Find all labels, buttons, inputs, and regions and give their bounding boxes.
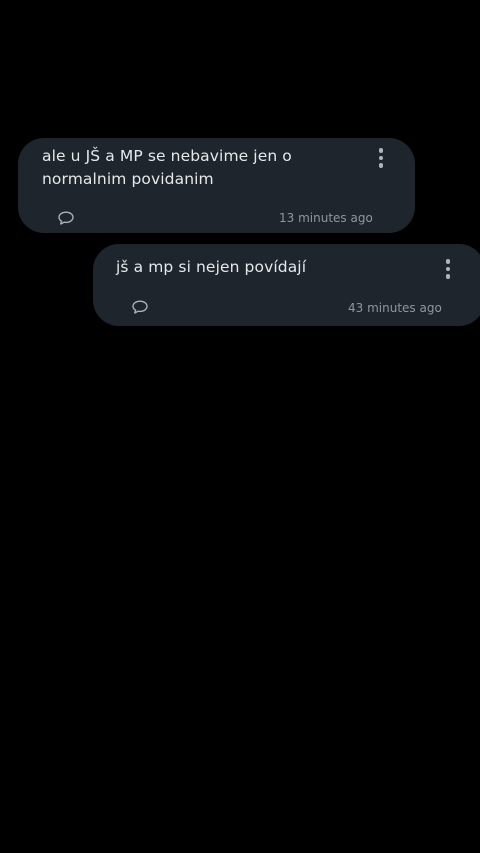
message-card[interactable]: jš a mp si nejen povídají 43 minutes ago bbox=[93, 244, 480, 326]
message-timestamp: 13 minutes ago bbox=[279, 211, 373, 225]
message-text: ale u JŠ a MP se nebavime jen o normalni… bbox=[42, 147, 292, 188]
message-timestamp: 43 minutes ago bbox=[348, 301, 442, 315]
comment-bubble-icon[interactable] bbox=[131, 299, 149, 315]
comment-bubble-icon[interactable] bbox=[57, 210, 75, 226]
chat-screen: ale u JŠ a MP se nebavime jen o normalni… bbox=[0, 0, 480, 853]
message-card[interactable]: ale u JŠ a MP se nebavime jen o normalni… bbox=[18, 138, 415, 233]
more-vertical-icon[interactable] bbox=[438, 256, 458, 282]
message-text: jš a mp si nejen povídají bbox=[116, 258, 307, 276]
more-vertical-icon[interactable] bbox=[371, 145, 391, 171]
